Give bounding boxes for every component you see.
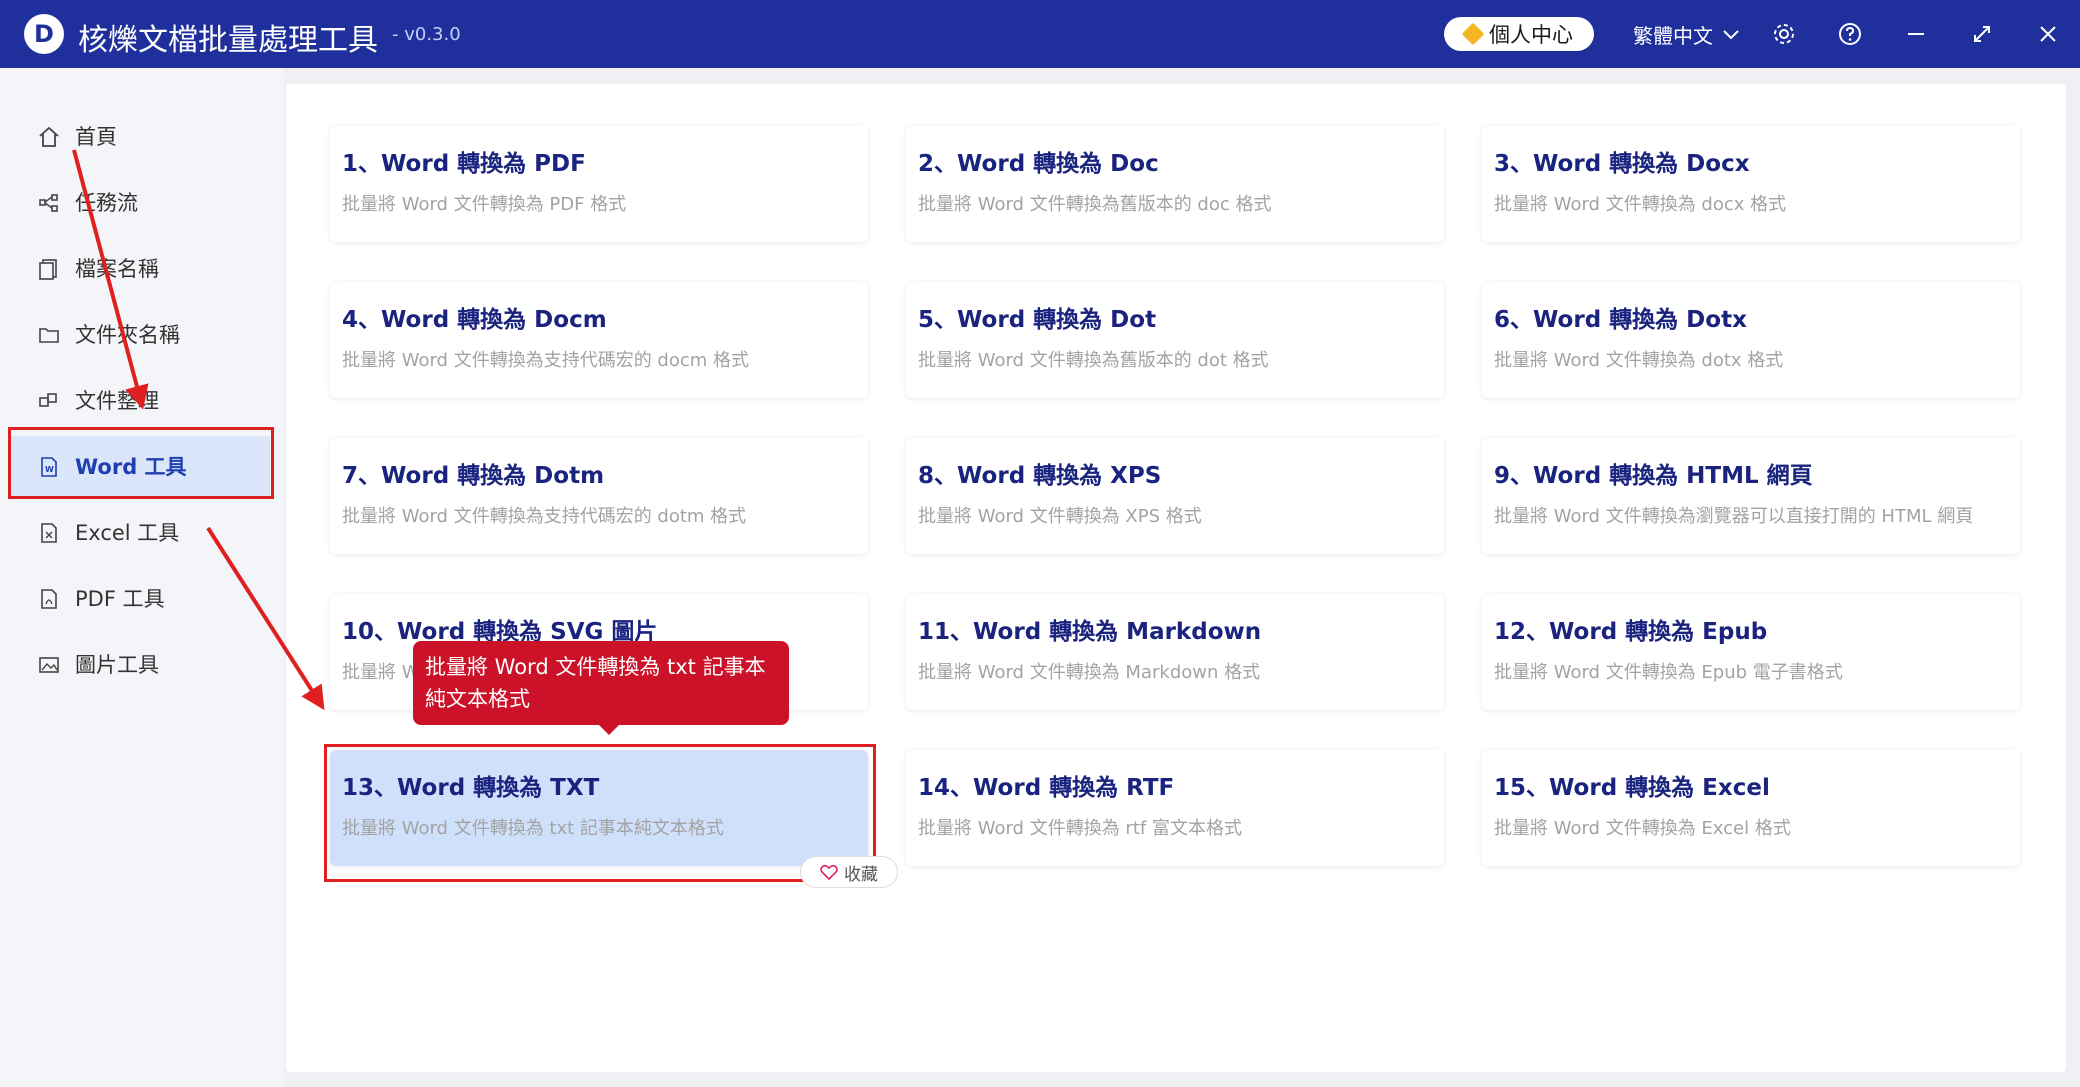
card-description: 批量將 Word 文件轉換為支持代碼宏的 docm 格式 [342,350,750,371]
favorite-label: 收藏 [844,864,878,885]
card-word-to-docm[interactable]: 4、Word 轉換為 Docm 批量將 Word 文件轉換為支持代碼宏的 doc… [330,282,868,398]
card-title: 2、Word 轉換為 Doc [918,151,1159,177]
file-name-icon [39,259,57,280]
card-description: 批量將 W [342,662,420,683]
sidebar-item-image-tools[interactable]: 圖片工具 [0,634,270,694]
sidebar-item-excel-tools[interactable]: Excel 工具 [0,502,270,562]
sidebar-item-label: PDF 工具 [75,587,165,611]
card-description: 批量將 Word 文件轉換為支持代碼宏的 dotm 格式 [342,506,747,527]
sidebar-item-label: 圖片工具 [75,653,159,677]
sidebar-item-home[interactable]: 首頁 [0,106,270,166]
minimize-icon[interactable] [1900,18,1932,50]
sidebar-item-label: Excel 工具 [75,521,180,545]
card-title: 3、Word 轉換為 Docx [1494,151,1750,177]
workflow-icon [39,194,58,212]
card-title: 9、Word 轉換為 HTML 網頁 [1494,463,1813,489]
language-select[interactable]: 繁體中文 [1633,20,1739,49]
user-center-label: 個人中心 [1489,23,1573,47]
card-description: 批量將 Word 文件轉換為舊版本的 doc 格式 [918,194,1272,215]
card-word-to-dot[interactable]: 5、Word 轉換為 Dot 批量將 Word 文件轉換為舊版本的 dot 格式 [906,282,1444,398]
sidebar-item-folder-name[interactable]: 文件夾名稱 [0,304,270,364]
organize-icon [39,393,57,407]
excel-icon [41,523,57,543]
chevron-down-icon [1723,29,1739,39]
card-description: 批量將 Word 文件轉換為 PDF 格式 [342,194,627,215]
card-description: 批量將 Word 文件轉換為瀏覽器可以直接打開的 HTML 網頁 [1494,506,1974,527]
folder-icon [39,328,59,343]
word-tools-highlight [8,427,274,499]
pdf-icon [41,589,57,609]
card-title: 6、Word 轉換為 Dotx [1494,307,1747,333]
card-description: 批量將 Word 文件轉換為 Markdown 格式 [918,662,1261,683]
card-tooltip: 批量將 Word 文件轉換為 txt 記事本純文本格式 [413,641,789,735]
title-bar: D 核爍文檔批量處理工具 - v0.3.0 個人中心 繁體中文 [0,0,2080,68]
sidebar: 首頁 任務流 檔案名稱 文件夾名稱 文件整理 W Word 工具 Excel 工… [0,68,284,1087]
card-word-to-xps[interactable]: 8、Word 轉換為 XPS 批量將 Word 文件轉換為 XPS 格式 [906,438,1444,554]
sidebar-item-file-name[interactable]: 檔案名稱 [0,238,270,298]
card-title: 11、Word 轉換為 Markdown [918,619,1262,645]
card-title: 14、Word 轉換為 RTF [918,775,1175,801]
card-description: 批量將 Word 文件轉換為 Excel 格式 [1494,818,1791,839]
card-title: 7、Word 轉換為 Dotm [342,463,605,489]
card-description: 批量將 Word 文件轉換為 docx 格式 [1494,194,1787,215]
language-label: 繁體中文 [1633,24,1713,48]
sidebar-item-organize[interactable]: 文件整理 [0,370,270,430]
close-icon[interactable] [2032,18,2064,50]
image-icon [39,657,59,673]
card-title: 5、Word 轉換為 Dot [918,307,1157,333]
card-word-to-html[interactable]: 9、Word 轉換為 HTML 網頁 批量將 Word 文件轉換為瀏覽器可以直接… [1482,438,2020,554]
txt-card-highlight [324,744,876,882]
help-icon[interactable] [1834,18,1866,50]
app-title: 核爍文檔批量處理工具 [78,23,378,58]
card-description: 批量將 Word 文件轉換為 rtf 富文本格式 [918,818,1242,839]
diamond-icon [1461,22,1485,46]
sidebar-item-label: 任務流 [75,191,138,215]
favorite-button[interactable]: 收藏 [800,856,898,888]
app-version: - v0.3.0 [392,24,461,45]
card-word-to-docx[interactable]: 3、Word 轉換為 Docx 批量將 Word 文件轉換為 docx 格式 [1482,126,2020,242]
card-description: 批量將 Word 文件轉換為 XPS 格式 [918,506,1202,527]
card-word-to-epub[interactable]: 12、Word 轉換為 Epub 批量將 Word 文件轉換為 Epub 電子書… [1482,594,2020,710]
gear-icon[interactable] [1768,18,1800,50]
logo-letter: D [34,20,54,48]
card-word-to-pdf[interactable]: 1、Word 轉換為 PDF 批量將 Word 文件轉換為 PDF 格式 [330,126,868,242]
maximize-icon[interactable] [1966,18,1998,50]
card-word-to-doc[interactable]: 2、Word 轉換為 Doc 批量將 Word 文件轉換為舊版本的 doc 格式 [906,126,1444,242]
user-center-button[interactable]: 個人中心 [1444,17,1594,51]
card-description: 批量將 Word 文件轉換為 dotx 格式 [1494,350,1784,371]
sidebar-item-workflow[interactable]: 任務流 [0,172,270,232]
sidebar-item-label: 文件夾名稱 [75,323,180,347]
card-description: 批量將 Word 文件轉換為 Epub 電子書格式 [1494,662,1843,683]
heart-icon [820,864,838,880]
card-word-to-excel[interactable]: 15、Word 轉換為 Excel 批量將 Word 文件轉換為 Excel 格… [1482,750,2020,866]
card-title: 4、Word 轉換為 Docm [342,307,607,333]
home-icon [39,126,59,147]
card-word-to-markdown[interactable]: 11、Word 轉換為 Markdown 批量將 Word 文件轉換為 Mark… [906,594,1444,710]
sidebar-item-pdf-tools[interactable]: PDF 工具 [0,568,270,628]
card-title: 12、Word 轉換為 Epub [1494,619,1768,645]
card-word-to-dotx[interactable]: 6、Word 轉換為 Dotx 批量將 Word 文件轉換為 dotx 格式 [1482,282,2020,398]
card-word-to-rtf[interactable]: 14、Word 轉換為 RTF 批量將 Word 文件轉換為 rtf 富文本格式 [906,750,1444,866]
card-word-to-dotm[interactable]: 7、Word 轉換為 Dotm 批量將 Word 文件轉換為支持代碼宏的 dot… [330,438,868,554]
app-logo: D [24,14,64,54]
card-title: 8、Word 轉換為 XPS [918,463,1162,489]
card-title: 15、Word 轉換為 Excel [1494,775,1770,801]
card-title: 1、Word 轉換為 PDF [342,151,586,177]
card-description: 批量將 Word 文件轉換為舊版本的 dot 格式 [918,350,1269,371]
sidebar-item-label: 首頁 [75,125,117,149]
sidebar-item-label: 文件整理 [75,389,159,413]
sidebar-item-label: 檔案名稱 [75,257,159,281]
